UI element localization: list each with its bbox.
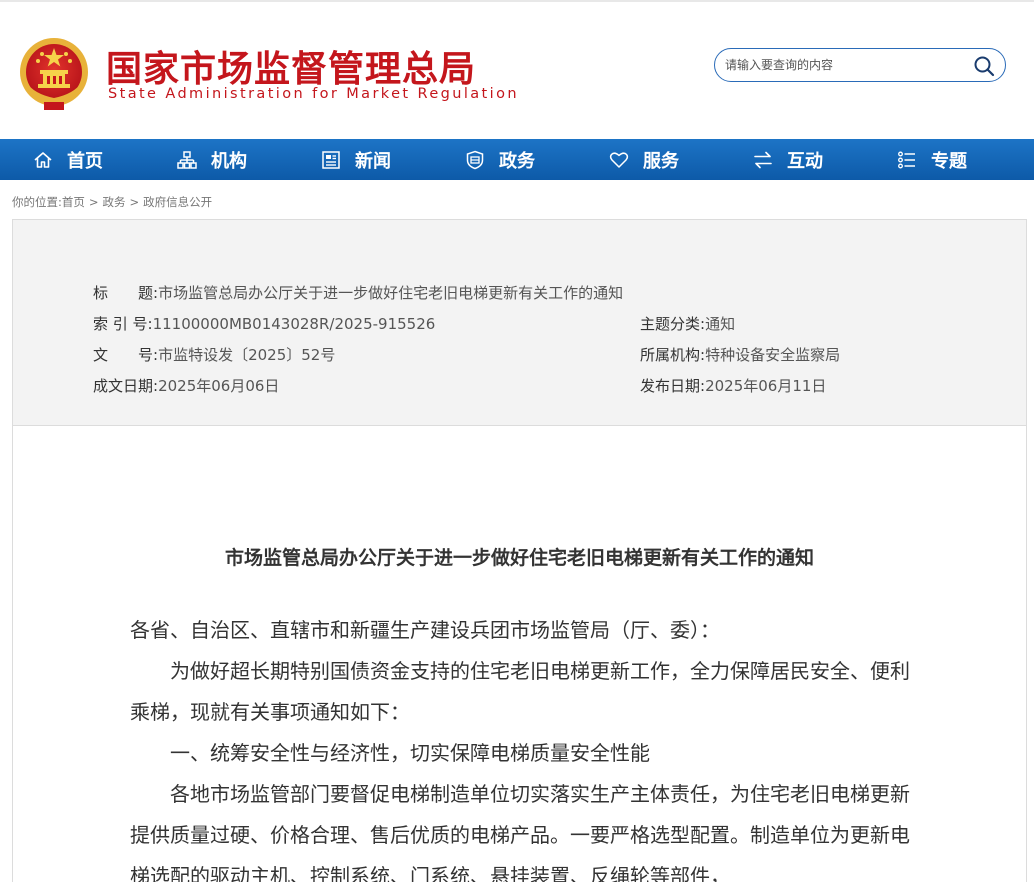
nav-label: 专题 bbox=[931, 150, 967, 172]
meta-label: 成文日期: bbox=[93, 377, 159, 395]
nav-item-org[interactable]: 机构 bbox=[177, 139, 247, 180]
meta-label: 标 题: bbox=[93, 284, 159, 302]
main-nav: 首页 机构 新闻 政务 服务 互动 专题 bbox=[0, 139, 1034, 180]
meta-index-value: 11100000MB0143028R/2025-915526 bbox=[152, 315, 436, 333]
nav-label: 新闻 bbox=[355, 150, 391, 172]
article-container: 标 题:市场监管总局办公厅关于进一步做好住宅老旧电梯更新有关工作的通知 索 引 … bbox=[12, 219, 1027, 882]
nav-label: 互动 bbox=[787, 150, 823, 172]
meta-title-value: 市场监管总局办公厅关于进一步做好住宅老旧电梯更新有关工作的通知 bbox=[158, 284, 624, 302]
article-heading: 一、统筹安全性与经济性，切实保障电梯质量安全性能 bbox=[170, 741, 650, 765]
nav-item-service[interactable]: 服务 bbox=[609, 139, 679, 180]
breadcrumb-link-home[interactable]: 首页 bbox=[62, 195, 85, 209]
nav-item-topics[interactable]: 专题 bbox=[897, 139, 967, 180]
meta-created-value: 2025年06月06日 bbox=[158, 377, 280, 395]
article-paragraph: 各地市场监管部门要督促电梯制造单位切实落实生产主体责任，为住宅老旧电梯更新提供质… bbox=[130, 782, 910, 882]
meta-index-row: 索 引 号:11100000MB0143028R/2025-915526 bbox=[93, 313, 435, 334]
breadcrumb-prefix: 你的位置: bbox=[12, 195, 62, 209]
meta-docno-value: 市监特设发〔2025〕52号 bbox=[158, 346, 336, 364]
search-input[interactable] bbox=[725, 55, 965, 75]
meta-label: 索 引 号: bbox=[93, 315, 153, 333]
meta-published-value: 2025年06月11日 bbox=[705, 377, 827, 395]
heart-icon bbox=[609, 151, 629, 168]
article-paragraph: 为做好超长期特别国债资金支持的住宅老旧电梯更新工作，全力保障居民安全、便利乘梯，… bbox=[130, 659, 910, 724]
meta-org-value: 特种设备安全监察局 bbox=[705, 346, 841, 364]
article-title: 市场监管总局办公厅关于进一步做好住宅老旧电梯更新有关工作的通知 bbox=[224, 547, 814, 569]
meta-docno-row: 文 号:市监特设发〔2025〕52号 bbox=[93, 344, 335, 365]
document-metadata: 标 题:市场监管总局办公厅关于进一步做好住宅老旧电梯更新有关工作的通知 索 引 … bbox=[13, 220, 1026, 426]
org-chart-icon bbox=[177, 150, 197, 169]
nav-item-news[interactable]: 新闻 bbox=[321, 139, 391, 180]
meta-category-row: 主题分类:通知 bbox=[640, 313, 735, 334]
meta-label: 主题分类: bbox=[640, 315, 706, 333]
breadcrumb-link-affairs[interactable]: 政务 bbox=[103, 195, 126, 209]
arrows-exchange-icon bbox=[754, 151, 772, 168]
site-title-cn: 国家市场监督管理总局 bbox=[106, 49, 477, 90]
site-title-en: State Administration for Market Regulati… bbox=[108, 86, 519, 102]
search-box bbox=[714, 48, 1006, 82]
nav-item-interact[interactable]: 互动 bbox=[753, 139, 823, 180]
nav-label: 机构 bbox=[211, 150, 247, 172]
meta-label: 发布日期: bbox=[640, 377, 706, 395]
home-icon bbox=[34, 151, 52, 168]
site-header: 国家市场监督管理总局 State Administration for Mark… bbox=[0, 2, 1034, 139]
breadcrumb-separator: > bbox=[88, 195, 99, 209]
government-shield-icon bbox=[466, 150, 484, 169]
breadcrumb-link-gov-info[interactable]: 政府信息公开 bbox=[143, 195, 212, 209]
meta-published-row: 发布日期:2025年06月11日 bbox=[640, 375, 826, 396]
breadcrumb-separator: > bbox=[129, 195, 140, 209]
meta-org-row: 所属机构:特种设备安全监察局 bbox=[640, 344, 840, 365]
meta-created-row: 成文日期:2025年06月06日 bbox=[93, 375, 279, 396]
breadcrumb: 你的位置:首页 > 政务 > 政府信息公开 bbox=[12, 194, 212, 210]
meta-title-row: 标 题:市场监管总局办公厅关于进一步做好住宅老旧电梯更新有关工作的通知 bbox=[93, 282, 623, 303]
meta-category-value: 通知 bbox=[705, 315, 736, 333]
nav-label: 首页 bbox=[67, 150, 103, 172]
nav-label: 政务 bbox=[499, 150, 535, 172]
meta-label: 所属机构: bbox=[640, 346, 706, 364]
news-icon bbox=[322, 150, 340, 169]
article-salutation: 各省、自治区、直辖市和新疆生产建设兵团市场监管局（厅、委）： bbox=[130, 618, 720, 642]
article-body: 各省、自治区、直辖市和新疆生产建设兵团市场监管局（厅、委）： 为做好超长期特别国… bbox=[130, 610, 920, 882]
search-icon[interactable] bbox=[973, 55, 995, 77]
national-emblem-icon bbox=[20, 38, 88, 110]
nav-label: 服务 bbox=[643, 150, 679, 172]
nav-item-home[interactable]: 首页 bbox=[33, 139, 103, 180]
nav-item-affairs[interactable]: 政务 bbox=[465, 139, 535, 180]
topic-list-icon bbox=[898, 151, 915, 168]
meta-label: 文 号: bbox=[93, 346, 159, 364]
